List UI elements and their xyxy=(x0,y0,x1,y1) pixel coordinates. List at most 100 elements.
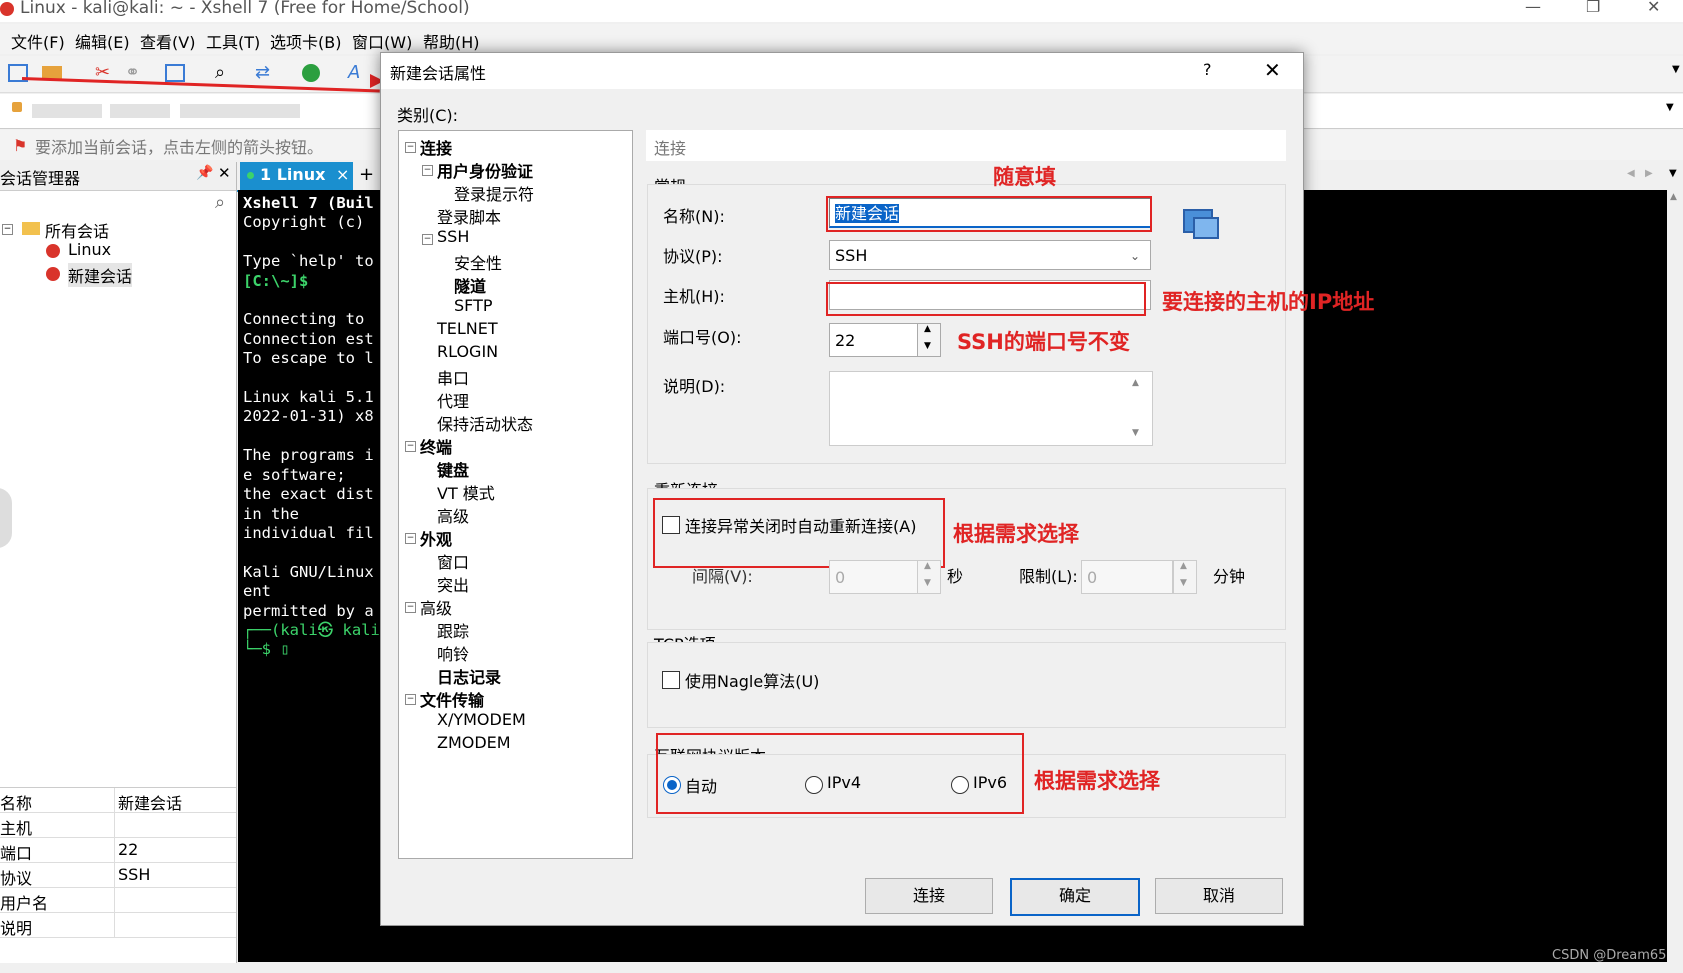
tree-node-tunnel[interactable]: 隧道 xyxy=(454,273,486,297)
menu-help[interactable]: 帮助(H) xyxy=(423,29,480,53)
tree-expander[interactable]: − xyxy=(422,234,433,245)
tree-node-terminal[interactable]: 终端 xyxy=(420,434,452,458)
address-blurred xyxy=(110,104,170,118)
tree-node-connection[interactable]: 连接 xyxy=(420,135,452,159)
spin-down-icon[interactable]: ▼ xyxy=(1180,578,1187,588)
tab-scroll-left-icon[interactable]: ◀ xyxy=(1627,168,1635,179)
add-tab-icon[interactable]: + xyxy=(359,164,374,185)
scroll-handle[interactable] xyxy=(0,488,12,548)
protocol-value: SSH xyxy=(835,246,868,265)
minimize-icon[interactable]: — xyxy=(1525,0,1541,16)
cancel-button[interactable]: 取消 xyxy=(1155,878,1283,914)
maximize-icon[interactable]: ❐ xyxy=(1586,0,1600,16)
pin-icon[interactable]: 📌 xyxy=(196,165,213,181)
connected-dot-icon xyxy=(247,172,254,179)
scroll-up-icon[interactable]: ▲ xyxy=(1132,378,1139,388)
category-label: 类别(C): xyxy=(397,106,459,125)
tree-node-sftp[interactable]: SFTP xyxy=(454,296,493,315)
tree-node-file-transfer[interactable]: 文件传输 xyxy=(420,687,484,711)
port-stepper[interactable]: ▲ ▼ xyxy=(917,323,941,357)
close-panel-icon[interactable]: ✕ xyxy=(218,164,231,182)
tree-node-auth[interactable]: 用户身份验证 xyxy=(437,158,533,182)
address-dropdown-icon[interactable]: ▼ xyxy=(1666,102,1674,113)
tab-list-icon[interactable]: ▼ xyxy=(1669,168,1677,179)
tree-expander[interactable]: − xyxy=(2,224,13,235)
ok-button[interactable]: 确定 xyxy=(1010,878,1140,916)
tree-expander[interactable]: − xyxy=(405,441,416,452)
tab-close-icon[interactable]: × xyxy=(336,165,349,184)
search-icon[interactable]: ⌕ xyxy=(215,192,225,213)
description-field[interactable]: ▲ ▼ xyxy=(829,371,1153,446)
tree-node-login-script[interactable]: 登录脚本 xyxy=(437,204,501,228)
interval-stepper[interactable]: ▲ ▼ xyxy=(917,560,941,594)
close-icon[interactable]: ✕ xyxy=(1264,58,1281,82)
tree-node-vt-mode[interactable]: VT 模式 xyxy=(437,480,495,504)
tree-node-advanced[interactable]: 高级 xyxy=(420,595,452,619)
tree-item-new-session[interactable]: 新建会话 xyxy=(68,263,133,287)
scroll-down-icon[interactable]: ▼ xyxy=(1132,428,1139,438)
tree-node-trace[interactable]: 跟踪 xyxy=(437,618,469,642)
help-icon[interactable]: ? xyxy=(1203,60,1212,79)
terminal-scrollbar[interactable]: ▲ xyxy=(1667,190,1683,962)
tab-linux[interactable]: 1 Linux × xyxy=(240,162,353,190)
tree-node-telnet[interactable]: TELNET xyxy=(437,319,498,338)
tree-node-highlight[interactable]: 突出 xyxy=(437,572,469,596)
terminal-line: permitted by a xyxy=(243,601,374,620)
tree-node-zmodem[interactable]: ZMODEM xyxy=(437,733,511,752)
nagle-checkbox[interactable] xyxy=(662,671,680,689)
tree-expander[interactable]: − xyxy=(405,694,416,705)
menu-tools[interactable]: 工具(T) xyxy=(206,29,260,53)
close-window-icon[interactable]: ✕ xyxy=(1647,0,1660,16)
session-manager-header: 会话管理器 📌 ✕ xyxy=(0,162,236,191)
tree-node-appearance[interactable]: 外观 xyxy=(420,526,452,550)
tree-node-ssh[interactable]: SSH xyxy=(437,227,469,246)
menu-edit[interactable]: 编辑(E) xyxy=(75,29,130,53)
connect-button[interactable]: 连接 xyxy=(865,878,993,914)
menu-tabs[interactable]: 选项卡(B) xyxy=(270,29,341,53)
limit-stepper[interactable]: ▲ ▼ xyxy=(1173,560,1197,594)
dialog-title-bar: 新建会话属性 ? ✕ xyxy=(381,53,1303,89)
tree-node-terminal-advanced[interactable]: 高级 xyxy=(437,503,469,527)
tree-root-all-sessions[interactable]: 所有会话 xyxy=(45,218,109,242)
transfer-icon[interactable]: ⇄ xyxy=(255,62,277,84)
globe-icon[interactable] xyxy=(302,64,320,82)
spin-down-icon[interactable]: ▼ xyxy=(924,578,931,588)
spin-down-icon[interactable]: ▼ xyxy=(924,341,931,351)
tree-node-keyboard[interactable]: 键盘 xyxy=(437,457,469,481)
spin-up-icon[interactable]: ▲ xyxy=(1180,561,1187,571)
font-icon[interactable]: A xyxy=(348,62,370,84)
tree-node-rlogin[interactable]: RLOGIN xyxy=(437,342,498,361)
new-session-dialog: 新建会话属性 ? ✕ 类别(C): − 连接 − 用户身份验证 登录提示符 登录… xyxy=(380,52,1374,926)
tree-node-proxy[interactable]: 代理 xyxy=(437,388,469,412)
menu-window[interactable]: 窗口(W) xyxy=(352,29,412,53)
tree-node-logging[interactable]: 日志记录 xyxy=(437,664,501,688)
tree-expander[interactable]: − xyxy=(405,533,416,544)
nagle-label[interactable]: 使用Nagle算法(U) xyxy=(685,668,819,692)
interval-value: 0 xyxy=(835,568,846,587)
properties-icon[interactable] xyxy=(165,64,185,82)
spin-up-icon[interactable]: ▲ xyxy=(924,324,931,334)
tree-item-linux[interactable]: Linux xyxy=(68,240,111,259)
toolbar-overflow-icon[interactable]: ▼ xyxy=(1672,64,1683,86)
tree-node-login-prompt[interactable]: 登录提示符 xyxy=(454,181,534,205)
tree-node-bell[interactable]: 响铃 xyxy=(437,641,469,665)
tree-node-keepalive[interactable]: 保持活动状态 xyxy=(437,411,533,435)
port-field[interactable]: 22 xyxy=(829,323,921,357)
tab-scroll-right-icon[interactable]: ▶ xyxy=(1645,168,1653,179)
spin-up-icon[interactable]: ▲ xyxy=(924,561,931,571)
protocol-select[interactable]: SSH ⌄ xyxy=(829,240,1151,270)
menu-view[interactable]: 查看(V) xyxy=(140,29,195,53)
window-title-bar: Linux - kali@kali: ~ - Xshell 7 (Free fo… xyxy=(0,0,1683,22)
tree-node-serial[interactable]: 串口 xyxy=(437,365,469,389)
menu-file[interactable]: 文件(F) xyxy=(11,29,65,53)
search-icon[interactable]: ⌕ xyxy=(215,62,237,84)
tree-expander[interactable]: − xyxy=(422,165,433,176)
tree-expander[interactable]: − xyxy=(405,602,416,613)
interval-field[interactable]: 0 xyxy=(829,560,921,594)
tree-node-xymodem[interactable]: X/YMODEM xyxy=(437,710,526,729)
limit-field[interactable]: 0 xyxy=(1081,560,1173,594)
scroll-up-icon[interactable]: ▲ xyxy=(1670,192,1677,202)
tree-node-security[interactable]: 安全性 xyxy=(454,250,502,274)
tree-node-window[interactable]: 窗口 xyxy=(437,549,469,573)
tree-expander[interactable]: − xyxy=(405,142,416,153)
